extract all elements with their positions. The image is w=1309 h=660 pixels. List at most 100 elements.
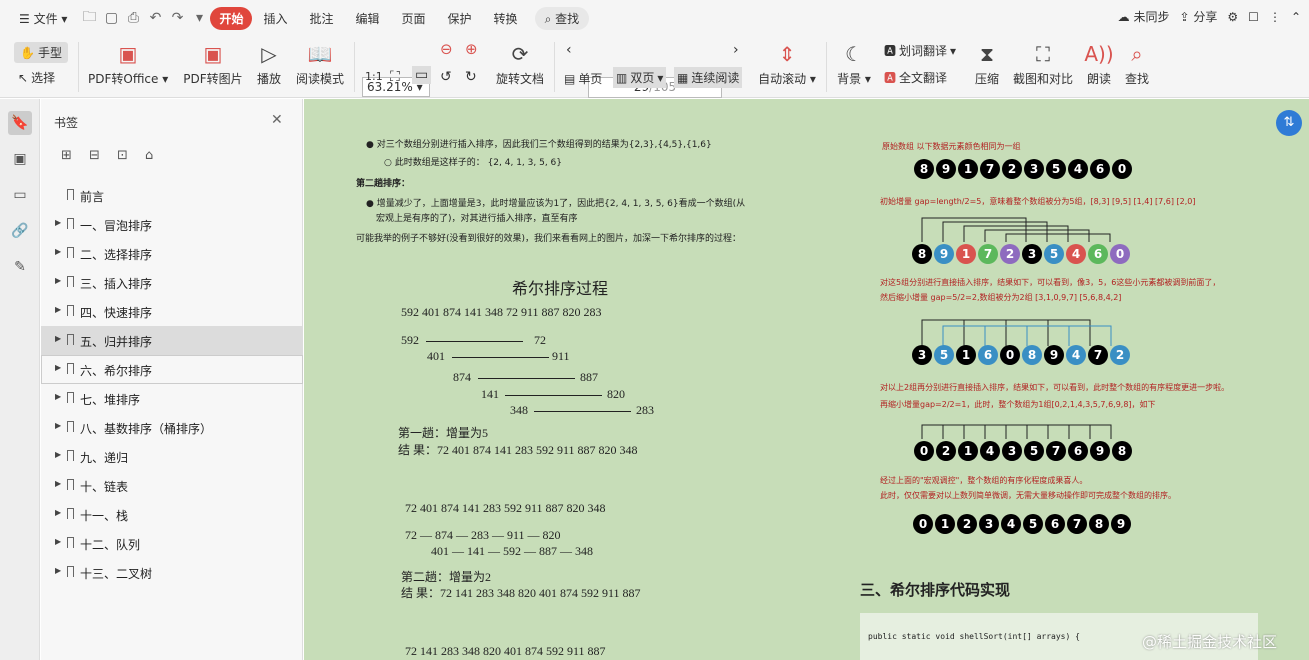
- fit-width-icon[interactable]: ▭: [412, 66, 432, 84]
- watermark: @稀土掘金技术社区: [1142, 633, 1278, 651]
- word-translate-button[interactable]: 🅰 划词翻译 ▾: [884, 42, 956, 59]
- bookmark-item[interactable]: ▶ 八、基数排序（桶排序）: [41, 413, 303, 442]
- tab-comment[interactable]: 批注: [298, 10, 344, 27]
- bookmark-item[interactable]: ▶ 十二、队列: [41, 529, 303, 558]
- thumbnail-icon[interactable]: ▣: [8, 147, 32, 171]
- expand-arrow-icon[interactable]: ▶: [55, 334, 61, 343]
- expand-arrow-icon[interactable]: ▶: [55, 305, 61, 314]
- expand-arrow-icon[interactable]: ▶: [55, 566, 61, 575]
- fit-page-icon[interactable]: ⛶: [390, 69, 400, 85]
- array-element: 7: [980, 159, 1000, 179]
- share-button[interactable]: ⇪ 分享: [1180, 8, 1218, 25]
- bookmark-flag-icon: [67, 276, 74, 287]
- bookmark-item[interactable]: ▶ 六、希尔排序: [41, 355, 303, 384]
- pass1-result: 结 果：72 401 874 141 283 592 911 887 820 3…: [398, 443, 638, 457]
- g1-item: 874: [453, 370, 471, 384]
- print-icon[interactable]: ⎙: [122, 10, 144, 26]
- hand-tool[interactable]: ✋ 手型: [14, 42, 68, 63]
- read-mode-button[interactable]: 📖 阅读模式: [294, 42, 346, 87]
- tab-page[interactable]: 页面: [391, 10, 437, 27]
- tab-convert[interactable]: 转换: [483, 10, 529, 27]
- collapse-all-icon[interactable]: ⊟: [89, 148, 100, 163]
- array-element: 8: [912, 244, 932, 264]
- close-icon[interactable]: ✕: [271, 112, 283, 128]
- continuous-read-button[interactable]: ▦ 连续阅读: [674, 67, 743, 88]
- bookmark-flag-icon: [67, 334, 74, 345]
- comment-icon[interactable]: ▭: [8, 183, 32, 207]
- actual-size-icon[interactable]: 1:1: [365, 70, 383, 83]
- bookmark-item[interactable]: ▶ 十一、栈: [41, 500, 303, 529]
- redo-icon[interactable]: ↷: [166, 10, 188, 26]
- rotate-right-icon[interactable]: ↻: [465, 69, 477, 85]
- save-icon[interactable]: ▢: [100, 10, 122, 26]
- expand-arrow-icon[interactable]: ▶: [55, 421, 61, 430]
- expand-arrow-icon[interactable]: ▶: [55, 247, 61, 256]
- search-button[interactable]: ⌕ 查找: [534, 6, 590, 30]
- expand-arrow-icon[interactable]: ▶: [55, 508, 61, 517]
- compress-button[interactable]: ⧗ 压缩: [972, 42, 1002, 87]
- collapse-icon[interactable]: ⌃: [1291, 10, 1301, 24]
- double-page-button[interactable]: ▥ 双页 ▾: [613, 67, 667, 88]
- tab-insert[interactable]: 插入: [252, 10, 298, 27]
- bookmark-item[interactable]: ▶ 十三、二叉树: [41, 558, 303, 587]
- screenshot-compare-button[interactable]: ⛶ 截图和对比: [1012, 42, 1074, 87]
- dropdown-icon[interactable]: ▾: [188, 10, 210, 26]
- array-element: 5: [934, 345, 954, 365]
- attachment-icon[interactable]: 🔗: [8, 219, 32, 243]
- prev-page-icon[interactable]: ‹: [566, 42, 572, 58]
- expand-arrow-icon[interactable]: ▶: [55, 276, 61, 285]
- bookmark-icon[interactable]: ⌂: [145, 148, 153, 163]
- select-tool[interactable]: ↖ 选择: [18, 69, 55, 86]
- bookmark-item[interactable]: ▶ 九、递归: [41, 442, 303, 471]
- expand-arrow-icon[interactable]: ▶: [55, 363, 61, 372]
- rotate-left-icon[interactable]: ↺: [440, 69, 452, 85]
- more-icon[interactable]: ⋮: [1269, 10, 1281, 24]
- undo-icon[interactable]: ↶: [144, 10, 166, 26]
- full-translate-button[interactable]: 🅰 全文翻译: [884, 69, 947, 86]
- play-button[interactable]: ▷ 播放: [254, 42, 284, 87]
- zoom-in-icon[interactable]: ⊕: [465, 40, 478, 58]
- expand-arrow-icon[interactable]: ▶: [55, 479, 61, 488]
- next-page-icon[interactable]: ›: [733, 42, 739, 58]
- add-bookmark-icon[interactable]: ⊡: [117, 148, 128, 163]
- bookmark-item[interactable]: ▶ 三、插入排序: [41, 268, 303, 297]
- bookmark-item[interactable]: ▶ 二、选择排序: [41, 239, 303, 268]
- read-aloud-button[interactable]: A)) 朗读: [1084, 42, 1114, 87]
- sequence-1: 72 401 874 141 283 592 911 887 820 348: [405, 501, 606, 515]
- bookmark-item[interactable]: ▶ 十、链表: [41, 471, 303, 500]
- settings-icon[interactable]: ⚙: [1227, 10, 1238, 24]
- zoom-out-icon[interactable]: ⊖: [440, 40, 453, 58]
- bookmark-item[interactable]: ▶ 七、堆排序: [41, 384, 303, 413]
- bookmark-item[interactable]: ▶ 一、冒泡排序: [41, 210, 303, 239]
- float-action-icon[interactable]: ⇅: [1276, 110, 1302, 136]
- bullet-2: ○ 此时数组是这样子的： {2, 4, 1, 3, 5, 6}: [384, 158, 562, 168]
- expand-arrow-icon[interactable]: ▶: [55, 450, 61, 459]
- open-icon[interactable]: 🗀: [78, 6, 100, 30]
- file-menu[interactable]: ☰ 文件 ▾: [8, 10, 78, 27]
- tab-protect[interactable]: 保护: [437, 10, 483, 27]
- expand-arrow-icon[interactable]: ▶: [55, 218, 61, 227]
- feedback-icon[interactable]: ☐: [1248, 10, 1259, 24]
- auto-scroll-button[interactable]: ⇕ 自动滚动 ▾: [758, 42, 816, 87]
- bookmark-panel-icon[interactable]: 🔖: [8, 111, 32, 135]
- bookmark-item[interactable]: 前言: [41, 181, 303, 210]
- signature-icon[interactable]: ✎: [8, 255, 32, 279]
- sync-status[interactable]: ☁ 未同步: [1118, 8, 1170, 25]
- rotate-doc-button[interactable]: ⟳ 旋转文档: [494, 42, 546, 87]
- array-element: 7: [978, 244, 998, 264]
- background-button[interactable]: ☾ 背景 ▾: [836, 42, 872, 87]
- single-page-button[interactable]: ▤ 单页: [564, 70, 602, 87]
- find-button[interactable]: ⌕ 查找: [1122, 42, 1152, 87]
- expand-arrow-icon[interactable]: ▶: [55, 537, 61, 546]
- bookmark-item[interactable]: ▶ 四、快速排序: [41, 297, 303, 326]
- array-element: 1: [935, 514, 955, 534]
- pdf-to-office-button[interactable]: ▣ PDF转Office ▾: [88, 42, 168, 87]
- bookmark-label: 十三、二叉树: [80, 567, 153, 581]
- bookmark-label: 九、递归: [80, 451, 129, 465]
- tab-edit[interactable]: 编辑: [345, 10, 391, 27]
- tab-start[interactable]: 开始: [210, 6, 253, 30]
- pdf-to-image-button[interactable]: ▣ PDF转图片: [182, 42, 244, 87]
- bookmark-item[interactable]: ▶ 五、归并排序: [41, 326, 303, 355]
- expand-arrow-icon[interactable]: ▶: [55, 392, 61, 401]
- expand-all-icon[interactable]: ⊞: [61, 148, 72, 163]
